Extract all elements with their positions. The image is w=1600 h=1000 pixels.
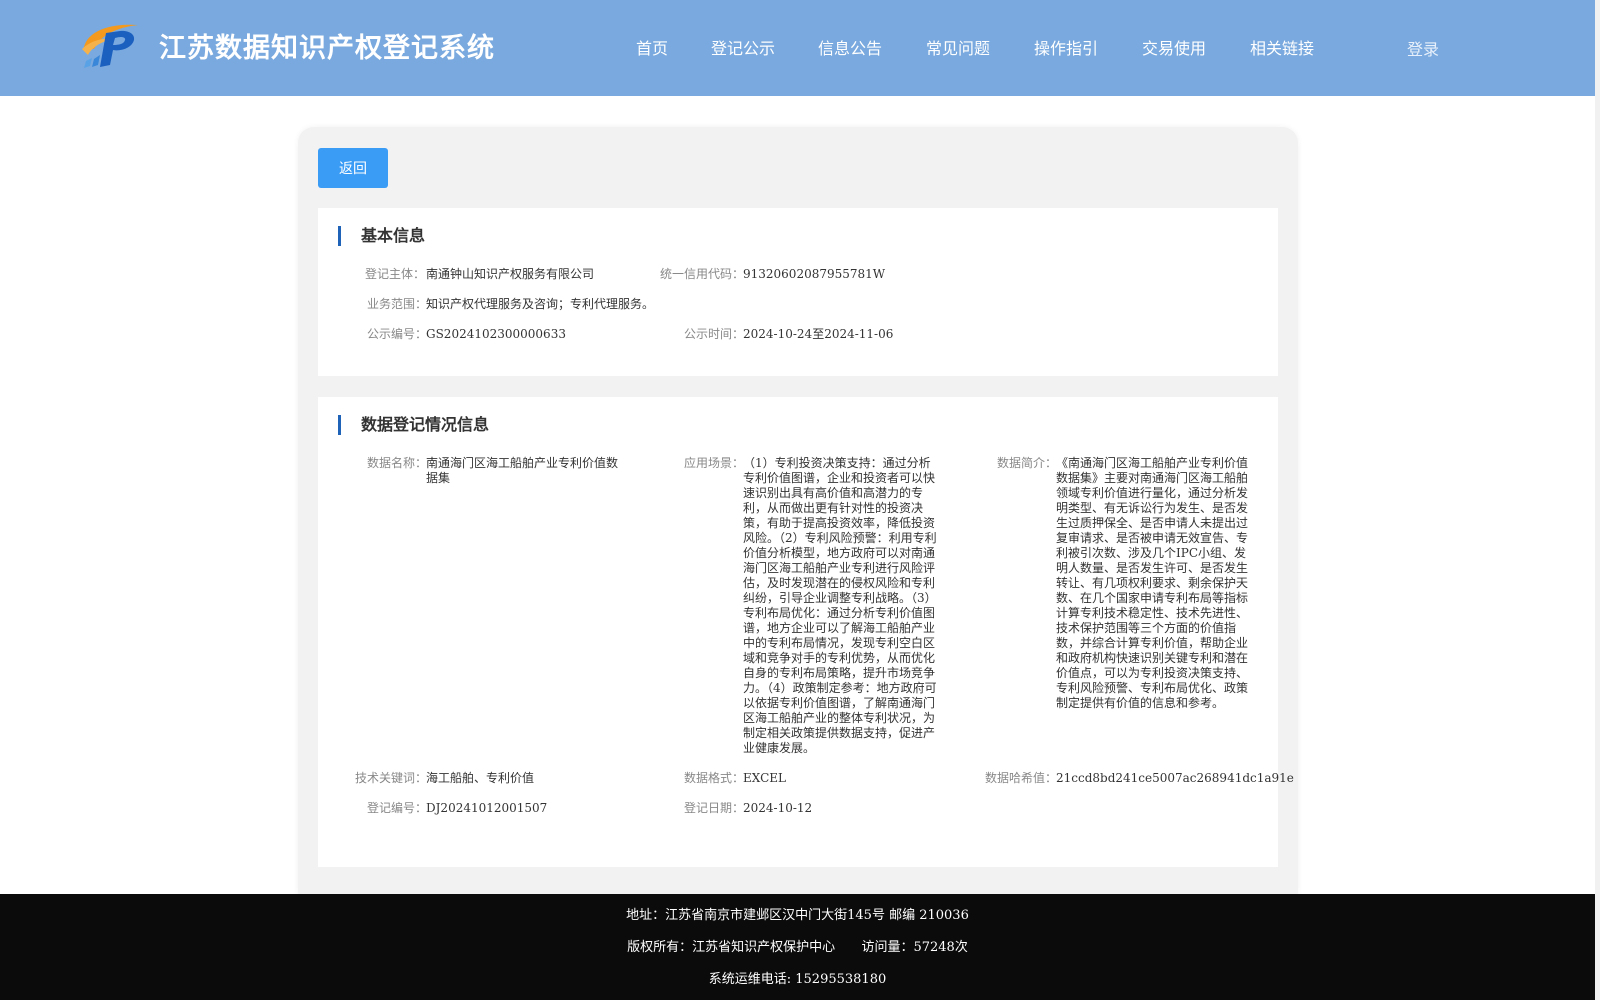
registrant-value: 南通钟山知识产权服务有限公司	[426, 267, 595, 281]
footer-copyright: 版权所有：江苏省知识产权保护中心	[627, 940, 836, 955]
nav-item-trade-use[interactable]: 交易使用	[1142, 35, 1206, 59]
page-footer: 地址：江苏省南京市建邺区汉中门大街145号 邮编 210036 版权所有：江苏省…	[0, 894, 1595, 1000]
basic-info-card: 基本信息 登记主体： 南通钟山知识产权服务有限公司 统一信用代码： 913206…	[318, 208, 1278, 376]
nav-item-faq[interactable]: 常见问题	[926, 35, 990, 59]
nav-item-registration-notice[interactable]: 登记公示	[711, 35, 775, 59]
data-summary-value: 《南通海门区海工船舶产业专利价值数据集》主要对南通海门区海工船舶领域专利价值进行…	[1056, 456, 1249, 710]
credit-code-label: 统一信用代码：	[660, 267, 745, 281]
site-title[interactable]: 江苏数据知识产权登记系统	[159, 26, 495, 65]
data-name-label: 数据名称：	[367, 456, 428, 470]
login-link[interactable]: 登录	[1407, 36, 1439, 60]
nav-item-related-links[interactable]: 相关链接	[1250, 35, 1314, 59]
basic-info-title: 基本信息	[338, 226, 425, 246]
registration-date-value: 2024-10-12	[743, 801, 813, 815]
registration-number-value: DJ20241012001507	[426, 801, 548, 815]
footer-visit-count: 访问量：57248次	[861, 940, 968, 955]
data-format-value: EXCEL	[743, 771, 787, 785]
registrant-label: 登记主体：	[364, 267, 425, 281]
nav-item-operation-guide[interactable]: 操作指引	[1034, 35, 1098, 59]
top-header: 江苏数据知识产权登记系统 首页 登记公示 信息公告 常见问题 操作指引 交易使用…	[0, 0, 1595, 96]
footer-copyright-line: 版权所有：江苏省知识产权保护中心 访问量：57248次	[0, 936, 1595, 955]
nav-item-info-announcement[interactable]: 信息公告	[818, 35, 882, 59]
data-format-label: 数据格式：	[684, 771, 745, 785]
data-hash-value: 21ccd8bd241ce5007ac268941dc1a91e	[1056, 771, 1294, 785]
site-logo-icon[interactable]	[80, 19, 142, 71]
business-scope-value: 知识产权代理服务及咨询；专利代理服务。	[426, 297, 655, 311]
business-scope-label: 业务范围：	[367, 297, 428, 311]
page-scrollbar[interactable]	[1595, 0, 1600, 1000]
data-name-value: 南通海门区海工船舶产业专利价值数据集	[426, 456, 619, 485]
footer-support-phone: 系统运维电话: 15295538180	[708, 972, 887, 987]
footer-address: 地址：江苏省南京市建邺区汉中门大街145号 邮编 210036	[626, 908, 969, 923]
data-summary-label: 数据简介：	[997, 456, 1058, 470]
back-button[interactable]: 返回	[318, 148, 388, 188]
data-hash-label: 数据哈希值：	[985, 771, 1058, 785]
registration-date-label: 登记日期：	[684, 801, 745, 815]
footer-support-line: 系统运维电话: 15295538180	[0, 968, 1595, 987]
registration-info-title: 数据登记情况信息	[338, 415, 489, 435]
tech-keywords-label: 技术关键词：	[355, 771, 428, 785]
tech-keywords-value: 海工船舶、专利价值	[426, 771, 535, 785]
application-scenario-label: 应用场景：	[684, 456, 745, 470]
registration-info-card: 数据登记情况信息 数据名称： 南通海门区海工船舶产业专利价值数据集 应用场景： …	[318, 397, 1294, 867]
notice-number-label: 公示编号：	[367, 327, 428, 341]
footer-address-line: 地址：江苏省南京市建邺区汉中门大街145号 邮编 210036	[0, 904, 1595, 923]
credit-code-value: 91320602087955781W	[743, 267, 886, 281]
notice-time-value: 2024-10-24至2024-11-06	[743, 327, 894, 341]
application-scenario-value: （1）专利投资决策支持：通过分析专利价值图谱，企业和投资者可以快速识别出具有高价…	[743, 456, 937, 755]
detail-panel: 返回 基本信息 登记主体： 南通钟山知识产权服务有限公司 统一信用代码： 913…	[298, 127, 1298, 907]
notice-time-label: 公示时间：	[684, 327, 745, 341]
notice-number-value: GS2024102300000633	[426, 327, 566, 341]
nav-item-home[interactable]: 首页	[636, 35, 668, 59]
registration-number-label: 登记编号：	[367, 801, 428, 815]
